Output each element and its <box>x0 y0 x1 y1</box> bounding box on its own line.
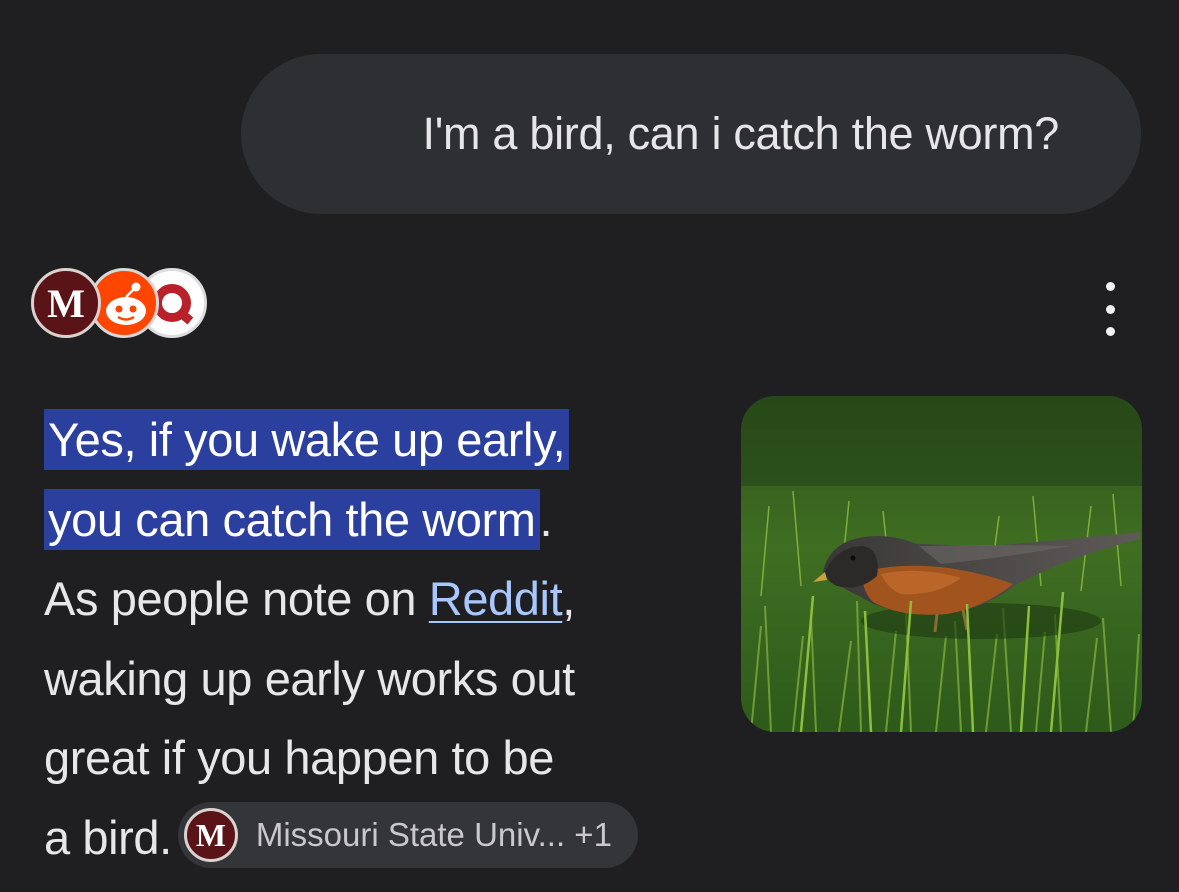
highlighted-answer-2: you can catch the worm <box>44 488 540 550</box>
reddit-link[interactable]: Reddit <box>429 572 563 625</box>
answer-line-5: great if you happen to be <box>44 731 555 784</box>
answer-line-3-prefix: As people note on <box>44 572 429 625</box>
dot-icon <box>1105 327 1115 336</box>
dot-icon <box>1105 282 1115 291</box>
answer-line-2: you can catch the worm. <box>44 480 704 560</box>
answer-line-6-text: a bird. <box>44 810 172 864</box>
user-message-bubble: I'm a bird, can i catch the worm? <box>241 54 1141 214</box>
missouri-state-logo-icon: M <box>31 268 101 338</box>
answer-line-3: As people note on Reddit, <box>44 559 704 639</box>
highlighted-answer-1: Yes, if you wake up early, <box>44 409 570 470</box>
citation-chip[interactable]: M Missouri State Univ... +1 <box>177 802 638 869</box>
answer-line-3-suffix: , <box>562 572 575 625</box>
source-icons[interactable]: M <box>31 268 207 342</box>
answer-period: . <box>539 492 553 546</box>
answer-text: Yes, if you wake up early, you can catch… <box>44 400 704 877</box>
dot-icon <box>1105 304 1115 314</box>
answer-line-1: Yes, if you wake up early, <box>44 400 704 480</box>
bird-image[interactable] <box>741 396 1142 732</box>
more-options-button[interactable] <box>1094 282 1126 336</box>
answer-line-4: waking up early works out <box>44 651 575 705</box>
missouri-state-logo-icon: M <box>183 808 238 863</box>
user-message-text: I'm a bird, can i catch the worm? <box>422 108 1060 159</box>
answer-line-6: a bird. M Missouri State Univ... +1 <box>44 798 704 878</box>
citation-label: Missouri State Univ... +1 <box>255 816 612 854</box>
